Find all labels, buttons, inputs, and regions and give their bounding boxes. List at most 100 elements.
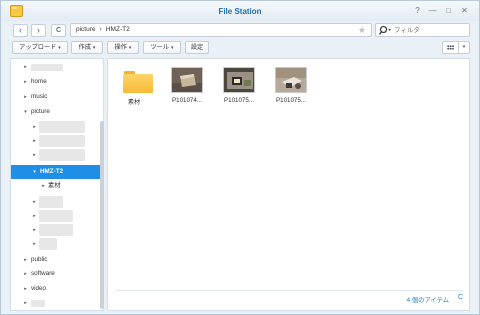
upload-button[interactable]: アップロード ▾ bbox=[12, 41, 68, 54]
tree-node-picture[interactable]: ▾ picture bbox=[11, 106, 103, 118]
file-name: P101075... bbox=[276, 97, 306, 104]
file-list: 素材 P101074... P101075... P101075... 4 個の… bbox=[107, 58, 470, 311]
search-icon[interactable] bbox=[379, 25, 393, 36]
chevron-down-icon: ▾ bbox=[171, 45, 174, 51]
view-mode-button[interactable] bbox=[442, 41, 459, 54]
tree-node-redacted[interactable]: ▸ bbox=[11, 297, 103, 309]
file-item-image[interactable]: P101075... bbox=[217, 65, 261, 109]
favorite-star-icon[interactable]: ★ bbox=[358, 24, 366, 36]
refresh-icon[interactable]: C bbox=[458, 294, 463, 301]
folder-tree: ▸ ▸ home ▸ music ▾ picture ▸ ▸ ▸ ▾ HMZ-T… bbox=[10, 58, 104, 311]
tree-node-redacted[interactable]: ▸ bbox=[11, 196, 103, 208]
tree-node-redacted[interactable]: ▸ bbox=[11, 121, 103, 133]
image-thumbnail bbox=[171, 67, 203, 93]
tree-label-sozai: 素材 bbox=[48, 182, 61, 189]
file-station-window: File Station ? — □ ✕ ‹ › C picture › HMZ-T… bbox=[0, 0, 480, 315]
tree-node-sozai[interactable]: ▸ 素材 bbox=[11, 180, 103, 192]
image-thumbnail bbox=[223, 67, 255, 93]
expand-arrow-icon[interactable]: ▸ bbox=[31, 135, 38, 147]
tree-node-video[interactable]: ▸ video bbox=[11, 283, 103, 295]
create-label: 作成 bbox=[78, 44, 91, 51]
breadcrumb-separator-icon: › bbox=[99, 26, 102, 33]
expand-arrow-icon[interactable]: ▸ bbox=[22, 61, 29, 73]
tree-node-hmz-t2[interactable]: ▾ HMZ-T2 bbox=[11, 165, 103, 179]
file-name: P101074... bbox=[172, 97, 202, 104]
redacted-label bbox=[31, 300, 45, 307]
title-bar: File Station ? — □ ✕ bbox=[1, 1, 479, 21]
settings-button[interactable]: 設定 bbox=[185, 41, 209, 54]
expand-arrow-icon[interactable]: ▸ bbox=[22, 91, 29, 103]
expand-arrow-icon[interactable]: ▸ bbox=[31, 121, 38, 133]
file-item-image[interactable]: P101075... bbox=[269, 65, 313, 109]
tree-node-redacted[interactable]: ▸ bbox=[11, 149, 103, 161]
tree-node-redacted[interactable]: ▸ bbox=[11, 224, 103, 236]
tree-node-music[interactable]: ▸ music bbox=[11, 91, 103, 103]
tree-node-redacted[interactable]: ▸ bbox=[11, 61, 103, 73]
window-title: File Station bbox=[218, 7, 262, 16]
redacted-label bbox=[39, 121, 85, 133]
filter-box[interactable] bbox=[375, 23, 470, 37]
path-bar[interactable]: picture › HMZ-T2 ★ bbox=[70, 23, 372, 37]
tools-label: ツール bbox=[150, 44, 170, 51]
tree-node-redacted[interactable]: ▸ bbox=[11, 238, 103, 250]
refresh-button[interactable]: C bbox=[51, 24, 66, 37]
breadcrumb-current[interactable]: HMZ-T2 bbox=[106, 26, 130, 33]
file-name: 素材 bbox=[127, 99, 141, 106]
expand-arrow-icon[interactable]: ▸ bbox=[31, 210, 38, 222]
settings-label: 設定 bbox=[190, 44, 204, 51]
tree-label-picture: picture bbox=[31, 108, 50, 115]
close-icon[interactable]: ✕ bbox=[459, 5, 470, 16]
tree-node-redacted[interactable]: ▸ bbox=[11, 135, 103, 147]
action-button[interactable]: 操作 ▾ bbox=[107, 41, 139, 54]
tree-label-public: public bbox=[31, 256, 48, 263]
redacted-label bbox=[39, 149, 85, 161]
folder-icon bbox=[123, 71, 153, 93]
view-mode-dropdown[interactable]: ▾ bbox=[459, 41, 470, 54]
expand-arrow-icon[interactable]: ▸ bbox=[40, 180, 47, 192]
maximize-icon[interactable]: □ bbox=[443, 5, 454, 16]
file-item-folder[interactable]: 素材 bbox=[112, 65, 156, 109]
collapse-arrow-icon[interactable]: ▾ bbox=[31, 165, 38, 179]
file-item-image[interactable]: P101074... bbox=[165, 65, 209, 109]
tree-label-home: home bbox=[31, 78, 47, 85]
expand-arrow-icon[interactable]: ▸ bbox=[22, 254, 29, 266]
file-name: P101075... bbox=[224, 97, 254, 104]
tree-node-public[interactable]: ▸ public bbox=[11, 254, 103, 266]
filter-input[interactable] bbox=[394, 25, 466, 35]
redacted-label bbox=[31, 64, 63, 71]
expand-arrow-icon[interactable]: ▸ bbox=[22, 268, 29, 280]
image-thumbnail bbox=[275, 67, 307, 93]
redacted-label bbox=[39, 210, 73, 222]
expand-arrow-icon[interactable]: ▸ bbox=[22, 297, 29, 309]
expand-arrow-icon[interactable]: ▸ bbox=[22, 76, 29, 88]
tree-scrollbar[interactable] bbox=[100, 121, 104, 309]
tree-label-software: software bbox=[31, 270, 55, 277]
create-button[interactable]: 作成 ▾ bbox=[71, 41, 103, 54]
expand-arrow-icon[interactable]: ▸ bbox=[31, 196, 38, 208]
chevron-down-icon: ▾ bbox=[58, 45, 61, 51]
breadcrumb-picture[interactable]: picture bbox=[76, 26, 96, 33]
expand-arrow-icon[interactable]: ▸ bbox=[31, 149, 38, 161]
expand-arrow-icon[interactable]: ▸ bbox=[31, 224, 38, 236]
tools-button[interactable]: ツール ▾ bbox=[143, 41, 181, 54]
forward-button[interactable]: › bbox=[31, 24, 46, 37]
tree-label-music: music bbox=[31, 93, 48, 100]
expand-arrow-icon[interactable]: ▸ bbox=[22, 283, 29, 295]
redacted-label bbox=[39, 196, 63, 208]
tree-node-home[interactable]: ▸ home bbox=[11, 76, 103, 88]
grid-view-icon bbox=[447, 45, 454, 50]
collapse-arrow-icon[interactable]: ▾ bbox=[22, 106, 29, 118]
help-icon[interactable]: ? bbox=[412, 5, 423, 16]
expand-arrow-icon[interactable]: ▸ bbox=[31, 238, 38, 250]
tree-node-software[interactable]: ▸ software bbox=[11, 268, 103, 280]
item-count: 4 個のアイテム bbox=[406, 297, 449, 304]
status-bar: 4 個のアイテム C bbox=[116, 290, 463, 304]
back-button[interactable]: ‹ bbox=[13, 24, 28, 37]
tree-node-redacted[interactable]: ▸ bbox=[11, 210, 103, 222]
upload-label: アップロード bbox=[19, 44, 57, 51]
redacted-label bbox=[39, 135, 85, 147]
tree-label-video: video bbox=[31, 285, 47, 292]
redacted-label bbox=[39, 224, 73, 236]
minimize-icon[interactable]: — bbox=[427, 5, 438, 16]
chevron-down-icon: ▾ bbox=[92, 45, 96, 51]
